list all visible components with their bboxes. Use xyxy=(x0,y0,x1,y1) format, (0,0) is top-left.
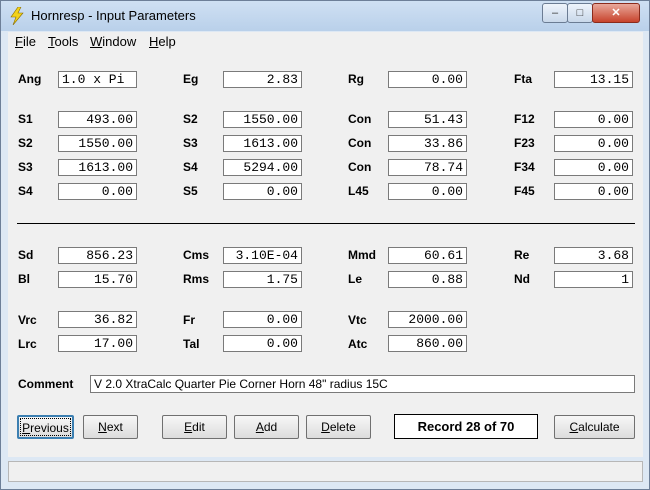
param-field-con3[interactable]: 78.74 xyxy=(388,159,467,176)
param-field-f45[interactable]: 0.00 xyxy=(554,183,633,200)
param-field-f34[interactable]: 0.00 xyxy=(554,159,633,176)
menu-help[interactable]: Help xyxy=(149,34,176,49)
menu-window[interactable]: Window xyxy=(90,34,136,49)
param-label: Bl xyxy=(18,272,30,286)
param-field-s2[interactable]: 1550.00 xyxy=(223,111,302,128)
param-field-fta[interactable]: 13.15 xyxy=(554,71,633,88)
param-field-sd[interactable]: 856.23 xyxy=(58,247,137,264)
input-parameters-panel: Ang 1.0 x Pi Eg 2.83 Rg 0.00 Fta 13.15 S… xyxy=(8,51,643,457)
delete-button[interactable]: Delete xyxy=(306,415,371,439)
param-field-s5[interactable]: 0.00 xyxy=(223,183,302,200)
param-label: Con xyxy=(348,160,372,174)
param-field-vrc[interactable]: 36.82 xyxy=(58,311,137,328)
maximize-button[interactable]: □ xyxy=(567,3,593,23)
param-field-fr[interactable]: 0.00 xyxy=(223,311,302,328)
main-window: Hornresp - Input Parameters – □ ✕ File T… xyxy=(0,0,650,490)
param-field-lrc[interactable]: 17.00 xyxy=(58,335,137,352)
param-field-l45[interactable]: 0.00 xyxy=(388,183,467,200)
param-field-s1[interactable]: 493.00 xyxy=(58,111,137,128)
param-field-rms[interactable]: 1.75 xyxy=(223,271,302,288)
window-title: Hornresp - Input Parameters xyxy=(31,8,196,23)
param-field-s3[interactable]: 1613.00 xyxy=(223,135,302,152)
param-label: Cms xyxy=(183,248,210,262)
title-bar[interactable]: Hornresp - Input Parameters – □ ✕ xyxy=(1,1,649,31)
menu-tools[interactable]: Tools xyxy=(48,34,78,49)
param-field-con1[interactable]: 51.43 xyxy=(388,111,467,128)
status-bar xyxy=(8,461,643,482)
param-field-re[interactable]: 3.68 xyxy=(554,247,633,264)
lightning-icon xyxy=(10,7,24,25)
param-label: S3 xyxy=(18,160,33,174)
comment-field[interactable]: V 2.0 XtraCalc Quarter Pie Corner Horn 4… xyxy=(90,375,635,393)
param-label: F45 xyxy=(514,184,535,198)
param-field-vtc[interactable]: 2000.00 xyxy=(388,311,467,328)
param-label: S4 xyxy=(183,160,198,174)
param-field-s3b[interactable]: 1613.00 xyxy=(58,159,137,176)
param-field-s4b[interactable]: 0.00 xyxy=(58,183,137,200)
param-label: Con xyxy=(348,136,372,150)
section-divider xyxy=(17,223,635,224)
param-label: S1 xyxy=(18,112,33,126)
record-indicator: Record 28 of 70 xyxy=(394,414,538,439)
param-label: Re xyxy=(514,248,530,262)
close-button[interactable]: ✕ xyxy=(592,3,640,23)
param-label: L45 xyxy=(348,184,369,198)
param-label: Fr xyxy=(183,313,195,327)
param-field-tal[interactable]: 0.00 xyxy=(223,335,302,352)
param-label: S4 xyxy=(18,184,33,198)
param-label: Vrc xyxy=(18,313,37,327)
param-label: Con xyxy=(348,112,372,126)
param-field-f23[interactable]: 0.00 xyxy=(554,135,633,152)
param-label: Ang xyxy=(18,72,42,86)
param-label: F12 xyxy=(514,112,535,126)
param-label: Nd xyxy=(514,272,530,286)
param-label: Rg xyxy=(348,72,364,86)
param-label: S3 xyxy=(183,136,198,150)
param-label: Lrc xyxy=(18,337,37,351)
param-field-le[interactable]: 0.88 xyxy=(388,271,467,288)
param-label: Fta xyxy=(514,72,532,86)
param-field-cms[interactable]: 3.10E-04 xyxy=(223,247,302,264)
param-field-bl[interactable]: 15.70 xyxy=(58,271,137,288)
param-label: S2 xyxy=(18,136,33,150)
param-label: Le xyxy=(348,272,363,286)
param-label: Atc xyxy=(348,337,368,351)
param-label: F34 xyxy=(514,160,535,174)
param-label: Tal xyxy=(183,337,200,351)
param-label: Mmd xyxy=(348,248,376,262)
next-button[interactable]: Next xyxy=(83,415,138,439)
menu-bar: File Tools Window Help xyxy=(8,32,643,52)
param-label: Vtc xyxy=(348,313,367,327)
param-field-s4[interactable]: 5294.00 xyxy=(223,159,302,176)
add-button[interactable]: Add xyxy=(234,415,299,439)
previous-button[interactable]: Previous xyxy=(17,415,74,439)
calculate-button[interactable]: Calculate xyxy=(554,415,635,439)
param-label: Sd xyxy=(18,248,34,262)
param-label: S2 xyxy=(183,112,198,126)
param-label: Rms xyxy=(183,272,210,286)
param-field-f12[interactable]: 0.00 xyxy=(554,111,633,128)
edit-button[interactable]: Edit xyxy=(162,415,227,439)
param-field-nd[interactable]: 1 xyxy=(554,271,633,288)
param-field-ang[interactable]: 1.0 x Pi xyxy=(58,71,137,88)
minimize-button[interactable]: – xyxy=(542,3,568,23)
param-field-con2[interactable]: 33.86 xyxy=(388,135,467,152)
param-field-mmd[interactable]: 60.61 xyxy=(388,247,467,264)
param-label: F23 xyxy=(514,136,535,150)
param-label: Eg xyxy=(183,72,199,86)
param-label: S5 xyxy=(183,184,198,198)
menu-file[interactable]: File xyxy=(15,34,36,49)
param-field-rg[interactable]: 0.00 xyxy=(388,71,467,88)
param-field-atc[interactable]: 860.00 xyxy=(388,335,467,352)
comment-label: Comment xyxy=(18,377,74,391)
param-field-s2b[interactable]: 1550.00 xyxy=(58,135,137,152)
param-field-eg[interactable]: 2.83 xyxy=(223,71,302,88)
